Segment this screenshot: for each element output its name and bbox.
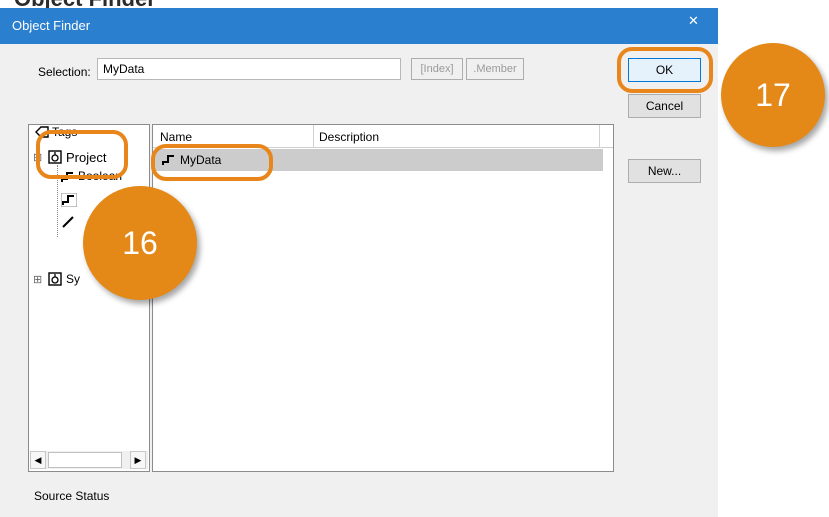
- tag-step-icon: [61, 215, 77, 232]
- system-icon: [48, 272, 62, 289]
- scroll-left-icon[interactable]: ◀: [30, 451, 46, 469]
- scroll-right-icon[interactable]: ▶: [130, 451, 146, 469]
- page-heading-text: Object Finder: [14, 0, 156, 8]
- member-button[interactable]: .Member: [466, 58, 524, 80]
- expand-icon[interactable]: ⊞: [33, 273, 42, 286]
- column-divider[interactable]: [313, 125, 314, 147]
- new-button[interactable]: New...: [628, 159, 701, 183]
- callout-ring-project: [36, 130, 128, 179]
- index-button[interactable]: [Index]: [411, 58, 463, 80]
- step-badge-17: 17: [721, 43, 825, 147]
- tag-step-icon: [60, 192, 78, 210]
- dialog-title: Object Finder: [12, 18, 91, 33]
- close-icon[interactable]: ✕: [688, 13, 699, 29]
- callout-ring-ok: [617, 47, 713, 93]
- dialog-titlebar: [0, 8, 718, 44]
- column-header-name[interactable]: Name: [160, 130, 192, 144]
- selection-label: Selection:: [38, 65, 91, 79]
- source-status: Source Status: [34, 489, 110, 503]
- cancel-button[interactable]: Cancel: [628, 94, 701, 118]
- column-divider[interactable]: [599, 125, 600, 147]
- page-heading: Object Finder: [0, 0, 829, 8]
- selection-input[interactable]: MyData: [97, 58, 401, 80]
- step-badge-16: 16: [83, 186, 197, 300]
- column-header-description[interactable]: Description: [319, 130, 379, 144]
- tree-horizontal-scrollbar[interactable]: ◀ ▶: [30, 451, 148, 469]
- callout-ring-mydata: [151, 144, 273, 181]
- scroll-thumb[interactable]: [48, 452, 122, 468]
- tree-item-system-label: Sy: [66, 272, 81, 286]
